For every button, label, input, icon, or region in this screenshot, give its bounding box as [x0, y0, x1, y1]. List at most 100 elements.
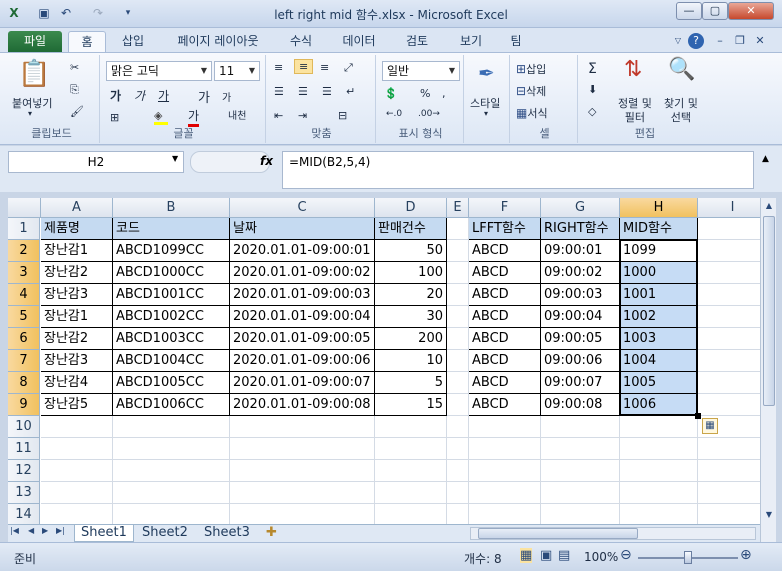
table-cell[interactable]: 20 [375, 284, 447, 306]
fill-color-icon[interactable]: ◈ [154, 109, 168, 125]
zoom-slider-thumb[interactable] [684, 551, 692, 564]
table-cell[interactable] [230, 460, 375, 482]
fill-handle[interactable] [695, 413, 701, 419]
table-cell[interactable]: ABCD [469, 372, 541, 394]
align-middle-icon[interactable]: ≡ [294, 59, 314, 74]
table-cell[interactable] [620, 416, 698, 438]
table-cell[interactable] [698, 482, 760, 504]
name-box[interactable]: H2 [8, 151, 184, 173]
column-header-e[interactable]: E [447, 198, 469, 218]
collapse-ribbon-icon[interactable]: ▽ [670, 33, 686, 49]
orientation-icon[interactable]: ⤢ [344, 61, 353, 75]
table-cell[interactable]: ABCD1099CC [113, 240, 230, 262]
row-header[interactable]: 9 [8, 394, 40, 416]
table-cell[interactable] [41, 504, 113, 524]
table-cell[interactable] [447, 416, 469, 438]
row-header[interactable]: 7 [8, 350, 40, 372]
wb-minimize-icon[interactable]: – [712, 33, 728, 49]
clear-icon[interactable]: ◇ [588, 105, 596, 118]
tab-insert[interactable]: 삽입 [112, 31, 154, 52]
table-cell[interactable] [230, 482, 375, 504]
paste-button[interactable]: 붙여넣기 [12, 95, 52, 111]
autosum-icon[interactable]: Σ [588, 61, 597, 77]
table-cell[interactable] [698, 328, 760, 350]
table-cell[interactable] [541, 460, 620, 482]
column-header-i[interactable]: I [698, 198, 760, 218]
table-cell[interactable] [469, 438, 541, 460]
wrap-text-icon[interactable]: ↵ [346, 85, 355, 98]
table-cell[interactable] [698, 504, 760, 524]
table-cell[interactable] [469, 482, 541, 504]
delete-cells-button[interactable]: ⊟삭제 [516, 83, 546, 99]
table-cell[interactable]: 2020.01.01-09:00:08 [230, 394, 375, 416]
table-cell[interactable]: 1005 [620, 372, 698, 394]
table-cell[interactable] [113, 438, 230, 460]
copy-icon[interactable]: ⎘ [70, 83, 79, 97]
table-cell[interactable]: ABCD [469, 240, 541, 262]
table-cell[interactable]: ABCD1002CC [113, 306, 230, 328]
sheet-nav-last-icon[interactable]: ▶| [56, 526, 65, 535]
increase-indent-icon[interactable]: ⇥ [298, 109, 307, 122]
table-cell[interactable] [620, 438, 698, 460]
table-cell[interactable] [620, 482, 698, 504]
merge-center-icon[interactable]: ⊟ [338, 109, 347, 122]
table-cell[interactable] [541, 504, 620, 524]
vertical-scroll-thumb[interactable] [763, 216, 775, 406]
format-cells-button[interactable]: ▦서식 [516, 105, 548, 121]
table-cell[interactable]: 50 [375, 240, 447, 262]
table-cell[interactable] [447, 262, 469, 284]
page-layout-view-icon[interactable]: ▣ [540, 548, 552, 563]
table-cell[interactable]: 200 [375, 328, 447, 350]
table-cell[interactable] [469, 504, 541, 524]
table-cell[interactable] [447, 394, 469, 416]
table-cell[interactable] [230, 438, 375, 460]
table-cell[interactable]: 2020.01.01-09:00:06 [230, 350, 375, 372]
expand-formula-icon[interactable]: ▲ [762, 154, 769, 164]
sheet-tab-sheet3[interactable]: Sheet3 [198, 525, 256, 542]
italic-button[interactable]: 가 [134, 87, 145, 104]
table-cell[interactable]: 2020.01.01-09:00:01 [230, 240, 375, 262]
row-header[interactable]: 5 [8, 306, 40, 328]
worksheet-grid[interactable]: A B C D E F G H I 1 제품명 코드 날짜 판매건수 LFFT함수 RIGHT함수 MID함수 2… [8, 198, 760, 524]
tab-review[interactable]: 검토 [396, 31, 438, 52]
align-left-icon[interactable]: ☰ [274, 85, 284, 98]
comma-icon[interactable]: , [442, 87, 446, 100]
tab-view[interactable]: 보기 [450, 31, 492, 52]
page-break-view-icon[interactable]: ▤ [558, 548, 570, 563]
select-all-corner[interactable] [8, 198, 41, 218]
normal-view-icon[interactable]: ▦ [520, 548, 533, 563]
find-select-button[interactable]: 찾기 및 선택 [664, 97, 698, 125]
sort-filter-icon[interactable]: ⇅ [624, 57, 642, 82]
table-cell[interactable] [469, 460, 541, 482]
table-cell[interactable]: 1099 [620, 240, 698, 262]
wb-restore-icon[interactable]: ❐ [732, 33, 748, 49]
table-cell[interactable] [698, 306, 760, 328]
table-cell[interactable]: 15 [375, 394, 447, 416]
sort-filter-button[interactable]: 정렬 및 필터 [618, 97, 652, 125]
header-cell[interactable]: RIGHT함수 [541, 218, 620, 240]
row-header[interactable]: 3 [8, 262, 40, 284]
table-cell[interactable]: 장난감2 [41, 262, 113, 284]
table-cell[interactable]: 장난감4 [41, 372, 113, 394]
table-cell[interactable] [375, 504, 447, 524]
header-cell[interactable]: 제품명 [41, 218, 113, 240]
table-cell[interactable] [698, 284, 760, 306]
table-cell[interactable]: 2020.01.01-09:00:07 [230, 372, 375, 394]
header-cell[interactable] [698, 218, 760, 240]
table-cell[interactable]: 1006 [620, 394, 698, 416]
row-header[interactable]: 12 [8, 460, 40, 482]
table-cell[interactable]: ABCD1000CC [113, 262, 230, 284]
zoom-out-icon[interactable]: ⊖ [620, 547, 632, 563]
insert-cells-button[interactable]: ⊞삽입 [516, 61, 546, 77]
table-cell[interactable] [41, 460, 113, 482]
table-cell[interactable] [113, 482, 230, 504]
table-cell[interactable]: ABCD [469, 262, 541, 284]
format-painter-icon[interactable]: 🖌 [70, 105, 84, 118]
percent-icon[interactable]: % [420, 87, 430, 100]
table-cell[interactable]: ABCD1004CC [113, 350, 230, 372]
align-bottom-icon[interactable]: ≡ [320, 61, 329, 74]
table-cell[interactable] [41, 438, 113, 460]
underline-button[interactable]: 가 [158, 87, 169, 104]
zoom-in-icon[interactable]: ⊕ [740, 547, 752, 563]
header-cell[interactable]: MID함수 [620, 218, 698, 240]
